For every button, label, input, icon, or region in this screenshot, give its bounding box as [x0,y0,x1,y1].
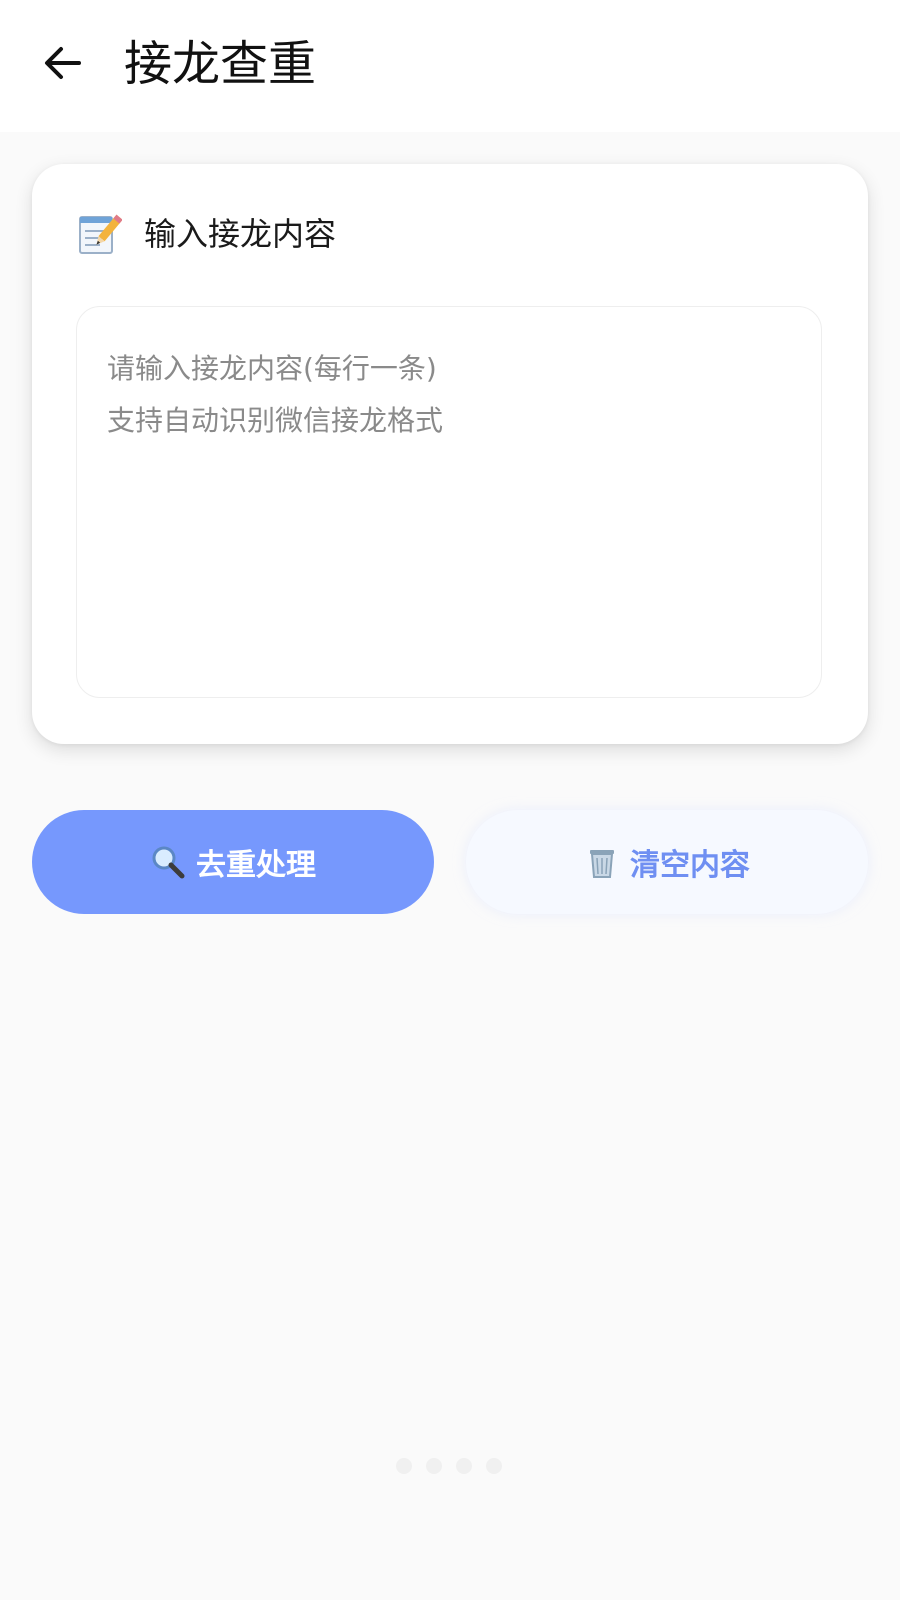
card-title: 输入接龙内容 [144,215,337,253]
page-dot [456,1458,472,1474]
input-card: 输入接龙内容 [32,164,868,744]
content-input-container [76,306,822,698]
page-indicator [396,1458,516,1474]
dedupe-button[interactable]: 去重处理 [32,810,434,914]
page-dot [486,1458,502,1474]
wastebasket-icon [590,850,614,878]
arrow-left-icon [45,47,81,79]
card-header: 输入接龙内容 [76,210,336,258]
page-dot [396,1458,412,1474]
magnifier-icon [152,846,185,879]
back-button[interactable] [40,40,86,86]
page-dot [426,1458,442,1474]
content-input[interactable] [107,343,791,661]
memo-icon [79,214,122,254]
clear-button[interactable]: 清空内容 [466,810,868,914]
page-title: 接龙查重 [124,36,317,92]
dedupe-button-label: 去重处理 [196,848,316,883]
app-bar: 接龙查重 [0,0,900,132]
clear-button-label: 清空内容 [630,848,750,883]
